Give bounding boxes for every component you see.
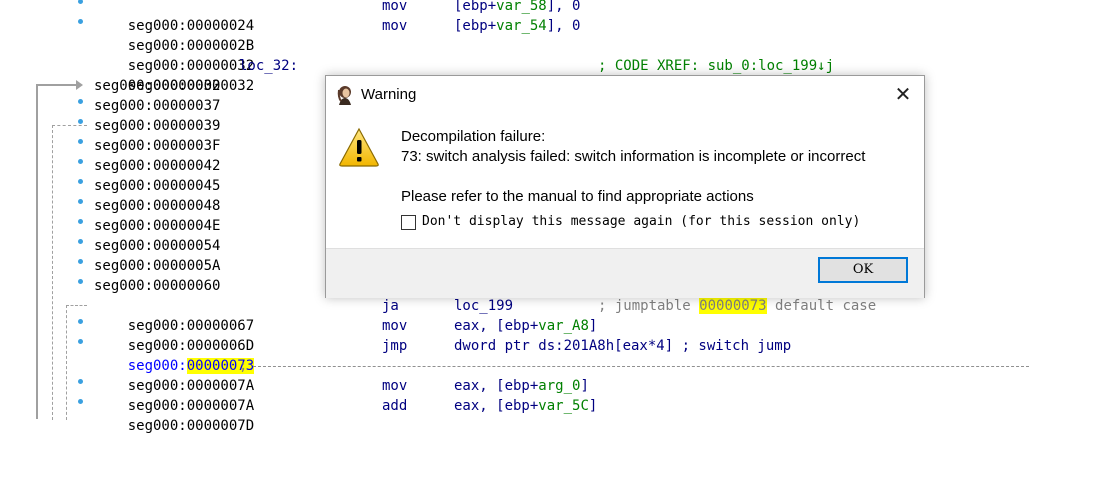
message-detail: 73: switch analysis failed: switch infor… [401,148,866,165]
code-line[interactable]: seg000:0000002B mov [ebp+var_54], 0 [94,16,581,54]
code-line[interactable]: seg000:0000007A mov eax, [ebp+arg_0] [94,376,589,414]
line-address: seg000:00000045 [94,178,221,194]
line-operands: [ebp+var_58], 0 [454,0,581,14]
warning-dialog[interactable]: Warning ✕ Decompilation failure: 73: swi… [325,75,925,298]
code-line[interactable]: seg000:0000007D add eax, [ebp+var_5C] [94,396,598,434]
line-address: seg000:00000054 [94,238,221,254]
line-operands: loc_199 [454,298,514,314]
code-line[interactable]: seg000:00000032 [94,76,220,96]
line-dot[interactable] [78,99,83,104]
line-dot[interactable] [78,219,83,224]
ok-button[interactable]: OK [818,257,908,283]
code-line[interactable]: seg000:0000007A ; [94,356,1029,394]
line-operands: eax, [ebp+var_A8] [454,318,598,334]
line-mnemonic: mov [382,378,408,394]
line-address: seg000:00000048 [94,198,221,214]
line-dot[interactable] [78,379,83,384]
arrow-head-icon [76,80,83,90]
line-dot[interactable] [78,179,83,184]
code-line[interactable]: seg000:00000042 [94,156,220,176]
code-line[interactable]: seg000:00000037 [94,96,220,116]
separator-line: ; [239,356,1029,376]
line-dot[interactable] [78,19,83,24]
code-line[interactable]: seg000:00000039 [94,116,220,136]
code-line[interactable]: seg000:00000032 loc_32: ; CODE XREF: sub… [94,56,834,94]
line-operands: eax, [ebp+var_5C] [454,398,598,414]
line-mnemonic: mov [382,18,408,34]
xref-arrow-vertical [36,84,38,419]
line-mnemonic: jmp [382,338,408,354]
line-dot[interactable] [78,239,83,244]
line-operands: [ebp+var_54], 0 [454,18,581,34]
line-address: seg000:0000007D [127,418,255,434]
code-line[interactable]: seg000:00000024 mov [ebp+var_58], 0 [94,0,581,34]
line-label: loc_32: [239,58,299,74]
line-operands: eax, [ebp+arg_0] [454,378,589,394]
code-line[interactable]: seg000:00000054 [94,236,220,256]
ida-app-icon [337,86,351,105]
line-address: seg000:0000003F [94,138,221,154]
line-address: seg000:00000037 [94,98,221,114]
dialog-titlebar[interactable]: Warning ✕ [326,76,924,115]
line-address: seg000:0000004E [94,218,221,234]
code-line[interactable]: seg000:00000060 [94,276,220,296]
jumptable-comment: ; jumptable 00000073 default case [598,298,877,314]
message-title: Decompilation failure: [401,128,546,145]
line-address: seg000:00000060 [94,278,221,294]
code-line-current[interactable]: seg000:00000073 jmp dword ptr ds:201A8h[… [94,336,791,374]
line-dot[interactable] [78,399,83,404]
code-line[interactable]: seg000:00000048 [94,196,220,216]
line-mnemonic: mov [382,318,408,334]
xref-comment: ; CODE XREF: sub_0:loc_199↓j [598,58,835,74]
code-line[interactable]: seg000:0000005A [94,256,220,276]
code-line[interactable]: seg000:0000003F [94,136,220,156]
line-mnemonic: mov [382,0,408,14]
line-address: seg000:00000032 [94,78,221,94]
line-address: seg000:00000039 [94,118,221,134]
close-icon[interactable]: ✕ [888,80,918,110]
line-operands: dword ptr ds:201A8h[eax*4] ; switch jump [454,338,792,354]
xref-arrow-horizontal [36,84,80,86]
dialog-title: Warning [361,86,417,103]
dialog-body: Decompilation failure: 73: switch analys… [326,115,924,248]
line-mnemonic: ja [382,298,399,314]
line-address: seg000:0000005A [94,258,221,274]
line-address: seg000:00000042 [94,158,221,174]
dont-display-checkbox[interactable] [401,215,416,230]
code-line[interactable]: seg000:00000032 [94,36,254,74]
line-dot[interactable] [78,319,83,324]
line-dot[interactable] [78,259,83,264]
line-dot[interactable] [78,0,83,4]
line-dot[interactable] [78,119,83,124]
code-line[interactable]: seg000:00000045 [94,176,220,196]
message-hint: Please refer to the manual to find appro… [401,188,754,205]
line-dot[interactable] [78,339,83,344]
line-mnemonic: add [382,398,408,414]
warning-icon [339,127,379,167]
code-line[interactable]: seg000:0000006D mov eax, [ebp+var_A8] [94,316,598,354]
line-dot[interactable] [78,159,83,164]
dialog-footer: OK [326,248,924,298]
line-dot[interactable] [78,199,83,204]
jump-arrow-dashed-2 [66,305,87,420]
line-dot[interactable] [78,279,83,284]
code-line[interactable]: seg000:00000067 ja loc_199 ; jumptable 0… [94,296,876,334]
dont-display-checkbox-label[interactable]: Don't display this message again (for th… [422,214,860,229]
line-dot[interactable] [78,139,83,144]
code-line[interactable]: seg000:0000004E [94,216,220,236]
